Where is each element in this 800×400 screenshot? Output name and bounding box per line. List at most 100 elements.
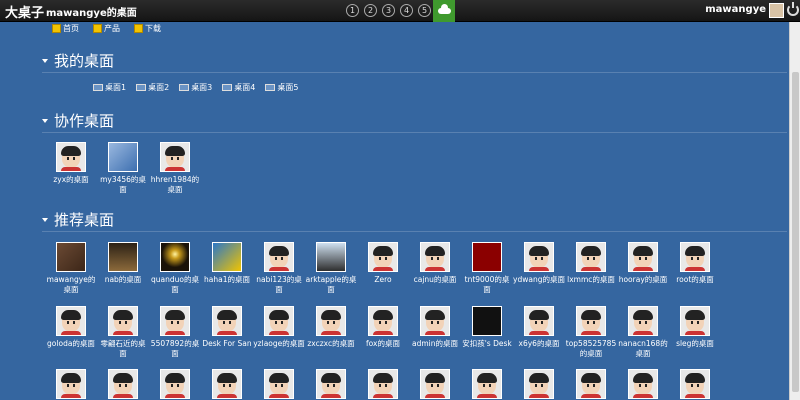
desk-thumbnail (680, 242, 710, 272)
desk-tile-caption: my3456的桌面 (100, 175, 146, 194)
desk-tile[interactable]: x6y6的桌面 (513, 306, 565, 349)
nav-products[interactable]: 产品 (93, 23, 120, 34)
desk-link-label: 桌面3 (191, 83, 213, 92)
page-button-4[interactable]: 4 (400, 4, 413, 17)
page-button-3[interactable]: 3 (382, 4, 395, 17)
desk-thumbnail (264, 242, 294, 272)
desk-tile[interactable]: zyx的桌面 (45, 142, 97, 185)
desk-link-3[interactable]: 桌面3 (179, 82, 212, 93)
desk-thumbnail (524, 242, 554, 272)
download-icon (134, 24, 143, 33)
desk-thumbnail (628, 242, 658, 272)
scrollbar-thumb[interactable] (792, 72, 799, 392)
page-button-1[interactable]: 1 (346, 4, 359, 17)
desk-tile-caption: fox的桌面 (366, 339, 400, 348)
desk-tile[interactable]: tnt9000的桌面 (461, 242, 513, 295)
desk-tile[interactable]: 安扣孩's Desk (461, 306, 513, 349)
desk-tile[interactable] (409, 369, 461, 399)
desk-tile[interactable] (45, 369, 97, 399)
desk-tile[interactable]: quanduo的桌面 (149, 242, 201, 295)
user-name[interactable]: mawangye (705, 4, 766, 15)
desk-tile[interactable] (253, 369, 305, 399)
monitor-icon (179, 84, 190, 91)
desk-tile[interactable]: goloda的桌面 (45, 306, 97, 349)
nav-products-label: 产品 (104, 24, 120, 33)
section-my-desks[interactable]: 我的桌面 (42, 50, 114, 71)
page-button-2[interactable]: 2 (364, 4, 377, 17)
desk-tile[interactable] (461, 369, 513, 399)
desk-tile[interactable] (201, 369, 253, 399)
desk-tile-caption: lxmmc的桌面 (567, 275, 615, 284)
desk-tile-caption: Zero (374, 275, 392, 284)
desk-thumbnail (420, 242, 450, 272)
desk-thumbnail (680, 369, 710, 399)
desk-link-label: 桌面5 (277, 83, 299, 92)
page-button-5[interactable]: 5 (418, 4, 431, 17)
desk-thumbnail (108, 369, 138, 399)
desk-tile[interactable]: top58525785的桌面 (565, 306, 617, 359)
desk-tile[interactable] (617, 369, 669, 399)
desk-tile[interactable]: arktapple的桌面 (305, 242, 357, 295)
desk-tile[interactable] (565, 369, 617, 399)
desk-tile-caption: 5507892的桌面 (150, 339, 200, 358)
desk-tile[interactable]: yzlaoge的桌面 (253, 306, 305, 349)
desk-thumbnail (160, 142, 190, 172)
desk-thumbnail (576, 242, 606, 272)
desk-thumbnail (264, 306, 294, 336)
desk-thumbnail (56, 242, 86, 272)
desk-tile-caption: nab的桌面 (104, 275, 142, 284)
desk-tile[interactable] (513, 369, 565, 399)
cloud-icon (437, 4, 451, 14)
desk-tile[interactable] (305, 369, 357, 399)
section-collab-desks[interactable]: 协作桌面 (42, 110, 114, 131)
desk-link-4[interactable]: 桌面4 (222, 82, 255, 93)
section-title-mine: 我的桌面 (54, 52, 115, 70)
desk-tile[interactable]: haha1的桌面 (201, 242, 253, 285)
desk-link-2[interactable]: 桌面2 (136, 82, 169, 93)
desk-tile[interactable]: zxczxc的桌面 (305, 306, 357, 349)
desk-tile[interactable]: hooray的桌面 (617, 242, 669, 285)
desk-tile[interactable]: my3456的桌面 (97, 142, 149, 195)
nav-links: 首页 产品 下载 (52, 23, 161, 34)
desk-thumbnail (56, 369, 86, 399)
desk-tile[interactable] (149, 369, 201, 399)
desk-tile[interactable] (97, 369, 149, 399)
desk-tile-caption: hooray的桌面 (618, 275, 668, 284)
desk-tile[interactable]: Zero (357, 242, 409, 285)
nav-download[interactable]: 下载 (134, 23, 161, 34)
desk-tile-caption: Desk For San (202, 339, 252, 348)
desk-thumbnail (160, 306, 190, 336)
desk-tile[interactable] (669, 369, 721, 399)
power-icon[interactable] (787, 2, 799, 16)
section-recommended-desks[interactable]: 推荐桌面 (42, 209, 114, 230)
desk-tile[interactable]: ydwang的桌面 (513, 242, 565, 285)
desk-tile[interactable]: 零翩石近的桌面 (97, 306, 149, 359)
desk-tile[interactable]: Desk For San (201, 306, 253, 349)
nav-home[interactable]: 首页 (52, 23, 79, 34)
desk-tile[interactable]: hhren1984的桌面 (149, 142, 201, 195)
desk-link-1[interactable]: 桌面1 (93, 82, 126, 93)
desk-tile[interactable]: lxmmc的桌面 (565, 242, 617, 285)
desk-tile[interactable]: nab的桌面 (97, 242, 149, 285)
home-icon (52, 24, 61, 33)
desk-thumbnail (316, 369, 346, 399)
vertical-scrollbar[interactable] (789, 22, 800, 400)
user-avatar[interactable] (769, 3, 784, 18)
desk-tile[interactable]: nabi123的桌面 (253, 242, 305, 295)
desk-tile[interactable]: 5507892的桌面 (149, 306, 201, 359)
current-desk-title: mawangye的桌面 (46, 8, 137, 19)
desk-tile[interactable]: mawangye的桌面 (45, 242, 97, 295)
desk-thumbnail (576, 306, 606, 336)
desk-link-5[interactable]: 桌面5 (265, 82, 298, 93)
desk-tile[interactable]: fox的桌面 (357, 306, 409, 349)
desk-tile[interactable]: sleg的桌面 (669, 306, 721, 349)
desk-tile[interactable]: nanacn168的桌面 (617, 306, 669, 359)
desk-tile[interactable]: root的桌面 (669, 242, 721, 285)
cloud-desk-button[interactable] (433, 0, 455, 22)
desk-tile[interactable]: cajnu的桌面 (409, 242, 461, 285)
desk-tile[interactable] (357, 369, 409, 399)
brand-logo[interactable]: 大桌子 (5, 2, 44, 21)
desk-tile-caption: root的桌面 (676, 275, 714, 284)
desk-tile[interactable]: admin的桌面 (409, 306, 461, 349)
desk-tile-caption: yzlaoge的桌面 (253, 339, 305, 348)
